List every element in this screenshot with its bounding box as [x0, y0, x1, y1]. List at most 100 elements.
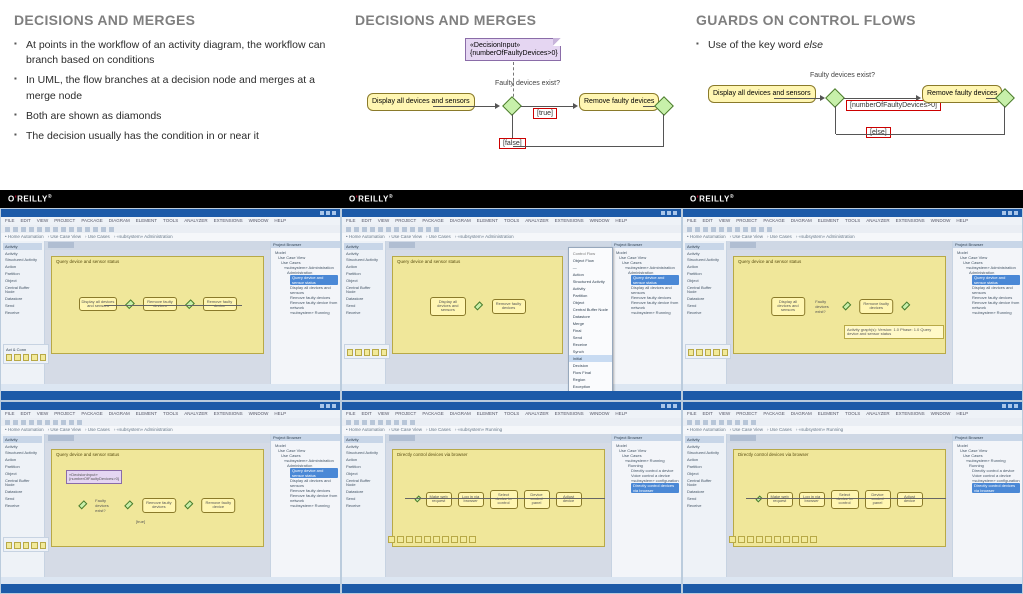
menu-item[interactable]: PROJECT: [736, 218, 757, 224]
toolbox-item[interactable]: Partition: [344, 272, 383, 277]
menu-item[interactable]: ANALYZER: [525, 411, 548, 417]
mini-box[interactable]: Select device to control: [490, 490, 518, 509]
toolbox-item[interactable]: Partition: [344, 465, 383, 470]
toolbox-item[interactable]: Object: [3, 279, 42, 284]
menu-item[interactable]: ELEMENT: [136, 411, 157, 417]
toolbar[interactable]: [1, 418, 340, 426]
breadcrumb-item[interactable]: › Use Case View: [730, 234, 763, 239]
menu-item[interactable]: ELEMENT: [818, 218, 839, 224]
mini-box[interactable]: Make web request: [426, 492, 452, 507]
tree-node[interactable]: Remove faulty device from network: [273, 300, 338, 310]
toolbox-item[interactable]: Central Buffer Node: [685, 479, 724, 489]
mini-box[interactable]: Display all devices and sensors: [430, 297, 467, 316]
toolbox-item[interactable]: Send: [344, 304, 383, 309]
mini-box[interactable]: Remove faulty device: [201, 498, 235, 513]
element-strip[interactable]: [388, 536, 476, 543]
breadcrumb-item[interactable]: • Home Automation: [5, 427, 44, 432]
context-menu-item[interactable]: Datastore: [569, 313, 612, 320]
menu-item[interactable]: VIEW: [719, 411, 731, 417]
breadcrumb-item[interactable]: › Use Case View: [389, 234, 422, 239]
window-titlebar[interactable]: [683, 402, 1022, 410]
tree-node[interactable]: Directly control devices via browser: [955, 483, 1020, 493]
breadcrumb-item[interactable]: › «subsystem» Running: [455, 427, 502, 432]
menu-item[interactable]: WINDOW: [249, 411, 269, 417]
menu-item[interactable]: VIEW: [37, 218, 49, 224]
tree-node[interactable]: «subsystem» Running: [273, 310, 338, 315]
context-menu-item[interactable]: Merge: [569, 320, 612, 327]
mini-box[interactable]: Make web request: [767, 492, 793, 507]
breadcrumb-item[interactable]: › Use Cases: [767, 427, 792, 432]
context-menu-item[interactable]: Partition: [569, 292, 612, 299]
windows-taskbar[interactable]: [342, 584, 681, 593]
window-titlebar[interactable]: [342, 209, 681, 217]
toolbox-item[interactable]: Object: [3, 472, 42, 477]
toolbar[interactable]: [342, 418, 681, 426]
diagram-canvas[interactable]: Directly control devices via browser Mak…: [386, 434, 611, 577]
tree-node[interactable]: Remove faulty device from network: [955, 300, 1020, 310]
menu-item[interactable]: TOOLS: [504, 218, 519, 224]
project-browser[interactable]: Project Browser ModelUse Case ViewUse Ca…: [952, 434, 1022, 577]
toolbox-item[interactable]: Activity: [685, 445, 724, 450]
toolbox-item[interactable]: Activity: [685, 252, 724, 257]
mini-palette[interactable]: [344, 344, 390, 359]
mini-decision[interactable]: [842, 302, 851, 311]
menu-item[interactable]: ELEMENT: [136, 218, 157, 224]
context-menu-item[interactable]: Object: [569, 299, 612, 306]
tree-node[interactable]: Remove faulty device from network: [614, 300, 679, 310]
breadcrumb-item[interactable]: • Home Automation: [687, 234, 726, 239]
toolbox-item[interactable]: Central Buffer Node: [344, 479, 383, 489]
tree-node[interactable]: «subsystem» Running: [273, 503, 338, 508]
menu-item[interactable]: TOOLS: [845, 218, 860, 224]
context-menu-item[interactable]: Region: [569, 376, 612, 383]
breadcrumb-item[interactable]: • Home Automation: [5, 234, 44, 239]
toolbox-item[interactable]: Structured Activity: [344, 258, 383, 263]
tree[interactable]: ModelUse Case ViewUse Cases«subsystem» A…: [612, 248, 681, 317]
menu-item[interactable]: FILE: [346, 411, 356, 417]
menu-item[interactable]: WINDOW: [590, 411, 610, 417]
tree[interactable]: ModelUse Case ViewUse Cases«subsystem» R…: [953, 441, 1022, 495]
mini-decision[interactable]: [474, 302, 483, 311]
menu-item[interactable]: EXTENSIONS: [896, 218, 925, 224]
mini-box[interactable]: Device control panel: [524, 490, 550, 509]
toolbox-item[interactable]: Central Buffer Node: [685, 286, 724, 296]
tree-node[interactable]: Query device and sensor status: [955, 275, 1020, 285]
menu-item[interactable]: PROJECT: [395, 411, 416, 417]
toolbox-item[interactable]: Send: [3, 497, 42, 502]
menu-item[interactable]: PROJECT: [54, 411, 75, 417]
menu-item[interactable]: WINDOW: [931, 218, 951, 224]
mini-decision[interactable]: [124, 500, 134, 510]
toolbox-item[interactable]: Send: [685, 304, 724, 309]
menu-item[interactable]: PROJECT: [54, 218, 75, 224]
menu-item[interactable]: HELP: [956, 411, 968, 417]
menu-item[interactable]: TOOLS: [163, 411, 178, 417]
toolbox-item[interactable]: Activity: [3, 252, 42, 257]
mini-box[interactable]: Log in via browser: [799, 492, 825, 507]
tree-node[interactable]: Directly control devices via browser: [614, 483, 679, 493]
toolbox-item[interactable]: Object: [685, 279, 724, 284]
mini-merge[interactable]: [901, 302, 910, 311]
toolbox-item[interactable]: Receive: [685, 504, 724, 509]
menu-item[interactable]: PACKAGE: [422, 411, 443, 417]
menu-item[interactable]: ANALYZER: [866, 218, 889, 224]
menu-item[interactable]: HELP: [615, 411, 627, 417]
mini-box[interactable]: Device control panel: [865, 490, 891, 509]
mini-box[interactable]: Remove faulty devices: [492, 299, 526, 314]
windows-taskbar[interactable]: [1, 391, 340, 400]
breadcrumb-item[interactable]: › Use Cases: [426, 427, 451, 432]
toolbox-item[interactable]: Action: [685, 458, 724, 463]
breadcrumb-item[interactable]: › «subsystem» Administration: [114, 427, 173, 432]
tree-node[interactable]: Display all devices and sensors: [273, 285, 338, 295]
project-browser[interactable]: Project Browser ModelUse Case ViewUse Ca…: [611, 434, 681, 577]
menu-bar[interactable]: FILEEDITVIEWPROJECTPACKAGEDIAGRAMELEMENT…: [1, 410, 340, 418]
toolbox-item[interactable]: Structured Activity: [3, 258, 42, 263]
breadcrumb-item[interactable]: › Use Case View: [730, 427, 763, 432]
tree[interactable]: ModelUse Case ViewUse Cases«subsystem» A…: [953, 248, 1022, 317]
toolbox-item[interactable]: Datastore: [3, 297, 42, 302]
context-menu-item[interactable]: Exception: [569, 383, 612, 390]
tree-node[interactable]: «subsystem» Running: [955, 310, 1020, 315]
project-browser[interactable]: Project Browser ModelUse Case ViewUse Ca…: [611, 241, 681, 384]
toolbox-item[interactable]: Partition: [685, 465, 724, 470]
breadcrumb-item[interactable]: › Use Case View: [48, 427, 81, 432]
menu-item[interactable]: DIAGRAM: [791, 411, 812, 417]
tree-node[interactable]: Query device and sensor status: [273, 468, 338, 478]
